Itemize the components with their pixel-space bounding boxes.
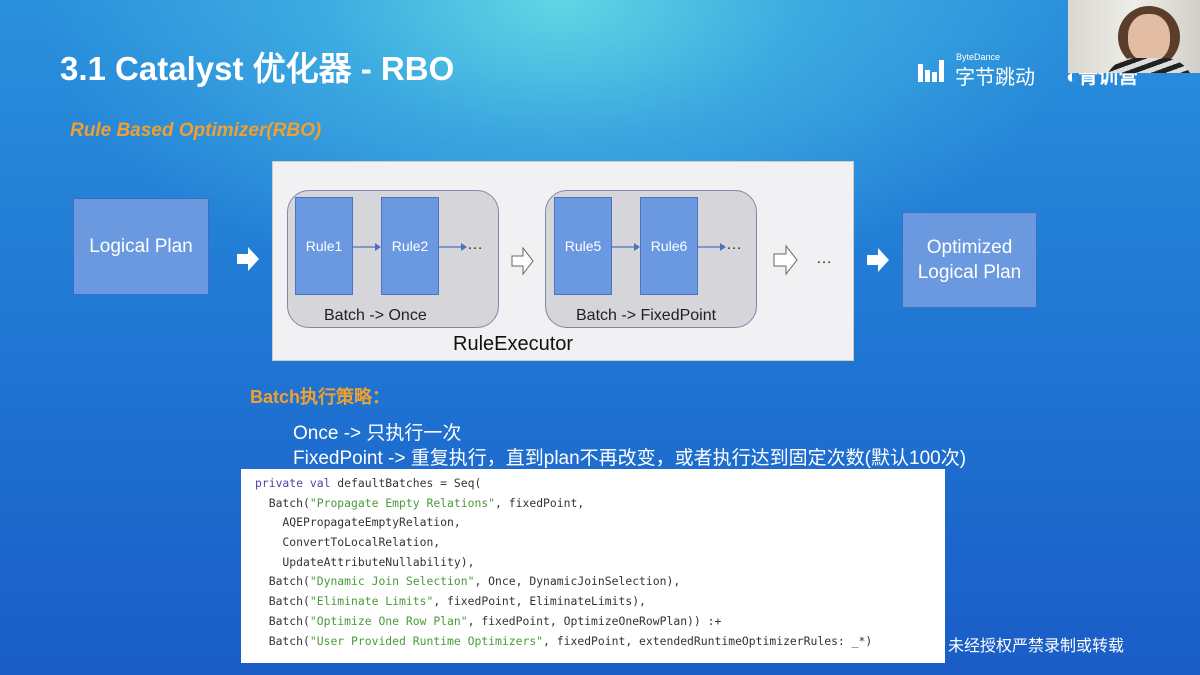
hollow-arrow-icon bbox=[773, 244, 798, 276]
slide-subtitle: Rule Based Optimizer(RBO) bbox=[70, 120, 322, 141]
code-line: ConvertToLocalRelation, bbox=[255, 535, 441, 550]
code-line: Batch("Optimize One Row Plan", fixedPoin… bbox=[255, 613, 722, 628]
rule-box: Rule2 bbox=[381, 197, 439, 295]
code-line: UpdateAttributeNullability), bbox=[255, 554, 475, 569]
batch-label: Batch -> Once bbox=[324, 307, 427, 324]
rule-executor-label: RuleExecutor bbox=[453, 333, 574, 355]
arrow-right-icon bbox=[867, 248, 889, 272]
rule-box: Rule5 bbox=[554, 197, 612, 295]
code-line: private val defaultBatches = Seq( bbox=[255, 476, 482, 490]
bytedance-logo-icon bbox=[918, 60, 946, 82]
logical-plan-box: Logical Plan bbox=[73, 198, 209, 295]
bytedance-cn: 字节跳动 bbox=[955, 67, 1035, 89]
code-line: AQEPropagateEmptyRelation, bbox=[255, 515, 461, 530]
rule-box: Rule6 bbox=[640, 197, 698, 295]
hollow-arrow-icon bbox=[511, 246, 534, 276]
strategy-once: Once -> 只执行一次 bbox=[293, 423, 462, 444]
arrow-icon bbox=[439, 243, 467, 251]
code-snippet: private val defaultBatches = Seq( Batch(… bbox=[241, 469, 945, 663]
code-line: Batch("Eliminate Limits", fixedPoint, El… bbox=[255, 594, 646, 609]
rule-box: Rule1 bbox=[295, 197, 353, 295]
arrow-icon bbox=[698, 243, 726, 251]
batch-label: Batch -> FixedPoint bbox=[576, 307, 717, 324]
strategy-title: Batch执行策略： bbox=[250, 387, 391, 407]
optimized-logical-plan-box: Optimized Logical Plan bbox=[902, 212, 1037, 308]
code-line: Batch("User Provided Runtime Optimizers"… bbox=[255, 633, 873, 648]
arrow-icon bbox=[612, 243, 640, 251]
watermark: 未经授权严禁录制或转载 bbox=[948, 638, 1125, 655]
ellipsis: … bbox=[726, 236, 742, 253]
arrow-right-icon bbox=[237, 247, 259, 271]
slide-title: 3.1 Catalyst 优化器 - RBO bbox=[60, 50, 455, 87]
ellipsis: … bbox=[467, 236, 483, 253]
strategy-fixedpoint: FixedPoint -> 重复执行，直到plan不再改变，或者执行达到固定次数… bbox=[293, 448, 967, 469]
arrow-icon bbox=[353, 243, 381, 251]
code-line: Batch("Propagate Empty Relations", fixed… bbox=[255, 495, 585, 510]
webcam-video bbox=[1068, 0, 1200, 73]
ellipsis: … bbox=[816, 250, 832, 267]
code-line: Batch("Dynamic Join Selection", Once, Dy… bbox=[255, 574, 681, 589]
